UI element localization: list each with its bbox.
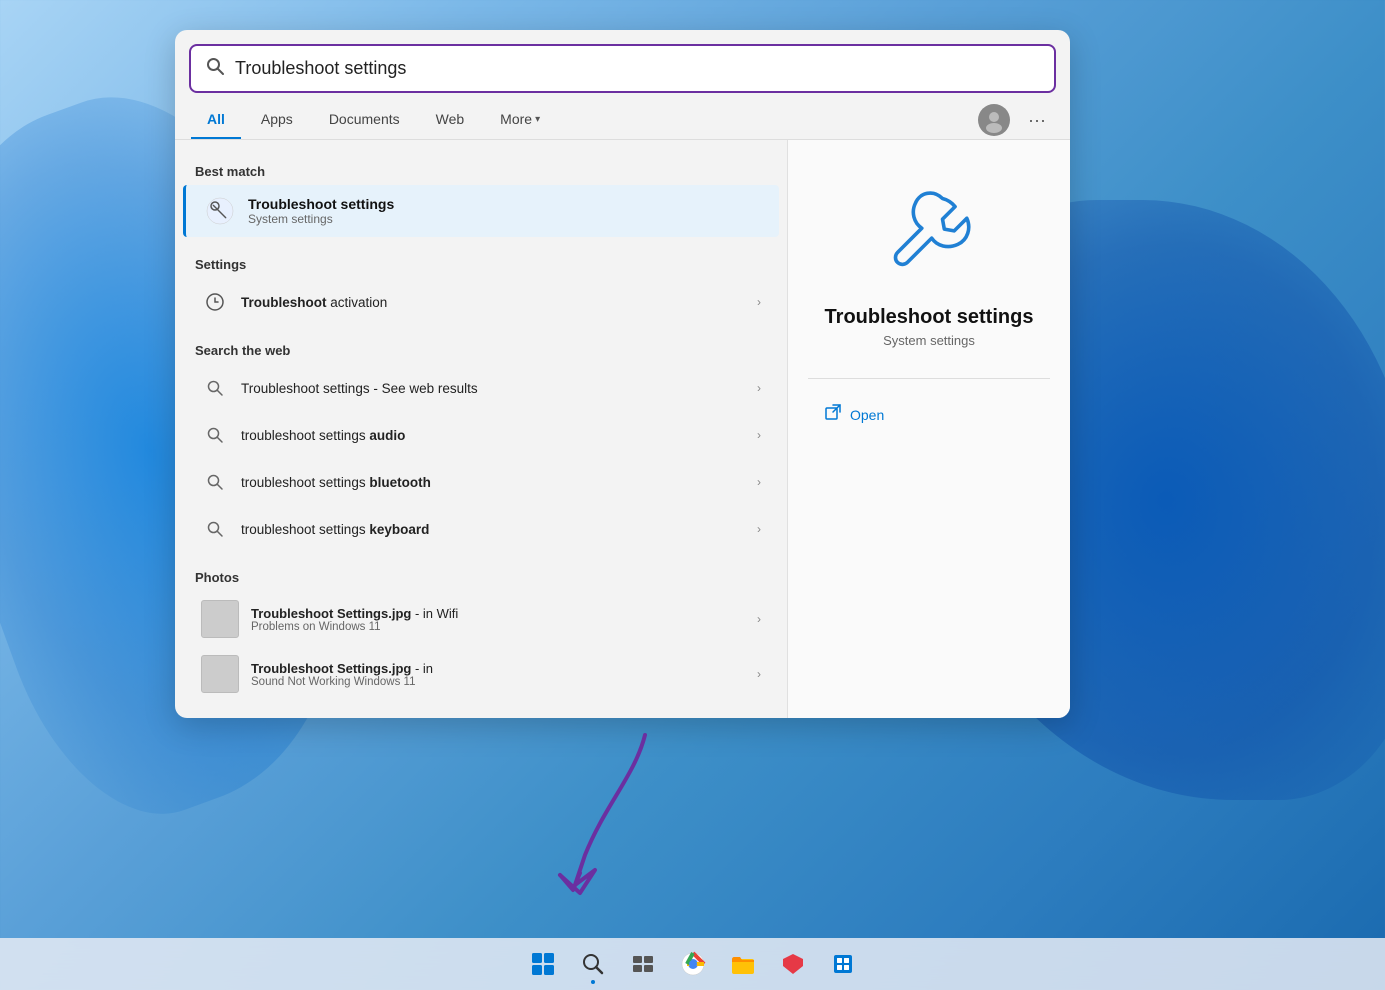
taskbar-file-explorer-button[interactable] — [721, 942, 765, 986]
photo-thumb-2 — [201, 655, 239, 693]
taskbar-taskview-button[interactable] — [621, 942, 665, 986]
list-item-web-1[interactable]: Troubleshoot settings - See web results … — [183, 365, 779, 411]
web-item-4-text: troubleshoot settings keyboard — [241, 522, 757, 537]
tab-web[interactable]: Web — [420, 101, 481, 139]
open-button[interactable]: Open — [808, 395, 1050, 434]
web-section-label: Search the web — [175, 335, 787, 364]
detail-icon-area — [869, 170, 989, 290]
detail-divider — [808, 378, 1050, 379]
tab-bar: All Apps Documents Web More ▾ ··· — [175, 101, 1070, 140]
open-icon — [824, 403, 842, 426]
photos-section-label: Photos — [175, 562, 787, 591]
tab-all[interactable]: All — [191, 101, 241, 139]
search-panel: Troubleshoot settings All Apps Documents… — [175, 30, 1070, 718]
chevron-down-icon: ▾ — [535, 114, 540, 125]
taskbar-vpn-button[interactable] — [771, 942, 815, 986]
main-content: Best match Troubleshoot settings System … — [175, 140, 1070, 718]
list-item-troubleshoot-activation[interactable]: Troubleshoot activation › — [183, 279, 779, 325]
photo-item-1[interactable]: Troubleshoot Settings.jpg - in Wifi Prob… — [183, 592, 779, 646]
list-item-web-4[interactable]: troubleshoot settings keyboard › — [183, 506, 779, 552]
photo-text-2: Troubleshoot Settings.jpg - in Sound Not… — [251, 661, 433, 688]
web-item-3-text: troubleshoot settings bluetooth — [241, 475, 757, 490]
search-web-icon-1 — [201, 374, 229, 402]
right-panel: Troubleshoot settings System settings Op… — [787, 140, 1070, 718]
user-avatar[interactable] — [978, 104, 1010, 136]
photo-item-2[interactable]: Troubleshoot Settings.jpg - in Sound Not… — [183, 647, 779, 701]
list-item-web-2[interactable]: troubleshoot settings audio › — [183, 412, 779, 458]
tab-more[interactable]: More ▾ — [484, 101, 556, 139]
best-match-text: Troubleshoot settings System settings — [248, 196, 394, 226]
chevron-right-icon-4: › — [757, 475, 761, 489]
search-bar[interactable]: Troubleshoot settings — [189, 44, 1056, 93]
web-item-1-text: Troubleshoot settings - See web results — [241, 381, 757, 396]
chevron-right-icon-7: › — [757, 667, 761, 681]
chevron-right-icon-3: › — [757, 428, 761, 442]
best-match-label: Best match — [175, 156, 787, 185]
detail-subtitle: System settings — [883, 333, 975, 348]
tabs-right-actions: ··· — [978, 104, 1054, 136]
search-web-icon-4 — [201, 515, 229, 543]
left-panel: Best match Troubleshoot settings System … — [175, 140, 787, 718]
tab-documents[interactable]: Documents — [313, 101, 416, 139]
troubleshoot-activation-text: Troubleshoot activation — [241, 295, 757, 310]
taskbar-search-button[interactable] — [571, 942, 615, 986]
circle-check-icon — [201, 288, 229, 316]
chevron-right-icon-6: › — [757, 612, 761, 626]
search-web-icon-2 — [201, 421, 229, 449]
chevron-right-icon-5: › — [757, 522, 761, 536]
taskbar-chrome-button[interactable] — [671, 942, 715, 986]
more-options-button[interactable]: ··· — [1020, 106, 1054, 135]
tab-apps[interactable]: Apps — [245, 101, 309, 139]
arrow-annotation — [505, 725, 685, 930]
settings-section-label: Settings — [175, 249, 787, 278]
chevron-right-icon-1: › — [757, 295, 761, 309]
best-match-item[interactable]: Troubleshoot settings System settings — [183, 185, 779, 237]
taskbar-settings-button[interactable] — [821, 942, 865, 986]
photo-text-1: Troubleshoot Settings.jpg - in Wifi Prob… — [251, 606, 458, 633]
chevron-right-icon-2: › — [757, 381, 761, 395]
list-item-web-3[interactable]: troubleshoot settings bluetooth › — [183, 459, 779, 505]
search-web-icon-3 — [201, 468, 229, 496]
search-input[interactable]: Troubleshoot settings — [235, 58, 1040, 79]
taskbar — [0, 938, 1385, 990]
search-icon — [205, 56, 225, 81]
web-item-2-text: troubleshoot settings audio — [241, 428, 757, 443]
photo-thumb-1 — [201, 600, 239, 638]
best-match-icon — [204, 195, 236, 227]
taskbar-start-button[interactable] — [521, 942, 565, 986]
detail-title: Troubleshoot settings — [825, 306, 1034, 329]
